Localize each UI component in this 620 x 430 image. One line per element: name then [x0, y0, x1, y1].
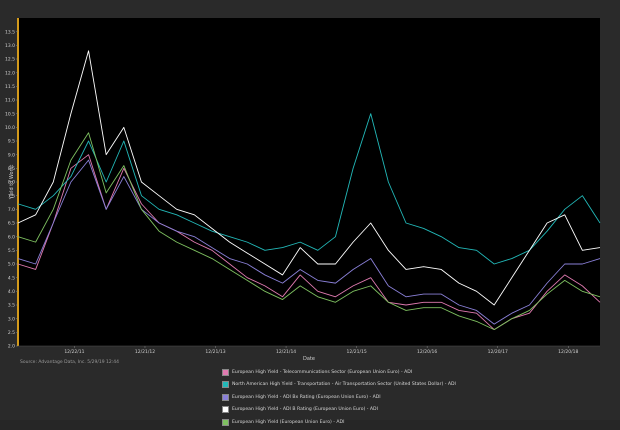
y-tick-label: 11.0 — [5, 98, 15, 104]
x-axis-ticks: 12/22/11 12/21/12 12/21/13 12/21/14 12/21/15… — [64, 346, 578, 355]
legend-item[interactable]: European High Yield - Telecommunications… — [222, 367, 602, 377]
y-tick-label: 13.0 — [5, 43, 15, 49]
y-tick-label: 2.5 — [8, 330, 15, 336]
x-tick-label: 12/20/17 — [488, 349, 508, 355]
x-tick-label: 12/21/12 — [135, 349, 155, 355]
y-tick-label: 10.5 — [5, 111, 15, 117]
x-tick-label: 12/21/13 — [205, 349, 225, 355]
y-tick-label: 11.5 — [5, 84, 15, 90]
y-tick-label: 10.0 — [5, 125, 15, 131]
y-tick-label: 3.0 — [8, 316, 15, 322]
legend-swatch — [222, 368, 229, 376]
y-tick-label: 12.5 — [5, 57, 15, 63]
source-note: Source: Advantage Data, Inc. 5/29/19 12:… — [20, 360, 119, 365]
plot-area — [18, 18, 600, 346]
y-tick-label: 5.5 — [8, 248, 15, 254]
legend-label: North American High Yield - Transportati… — [232, 382, 456, 387]
y-axis-label: Yield to Worst — [9, 165, 15, 200]
y-tick-label: 7.0 — [8, 207, 15, 213]
y-tick-label: 4.5 — [8, 275, 15, 281]
y-tick-label: 3.5 — [8, 303, 15, 309]
x-tick-label: 12/20/16 — [417, 349, 437, 355]
x-tick-label: 12/21/14 — [276, 349, 296, 355]
chart-window: 2.0 2.5 3.0 3.5 4.0 4.5 5.0 5.5 6.0 6.5 7.0 7.5 8.0 8… — [0, 0, 620, 426]
legend-swatch — [222, 393, 229, 401]
y-tick-label: 6.0 — [8, 234, 15, 240]
y-tick-label: 2.0 — [8, 344, 15, 350]
y-tick-label: 9.0 — [8, 152, 15, 158]
legend-swatch — [222, 406, 229, 413]
legend-label: European High Yield - ADI Bx Rating (Eur… — [232, 394, 381, 400]
legend-label: European High Yield - ADI B Rating (Euro… — [232, 407, 378, 412]
legend-item[interactable]: North American High Yield - Transportati… — [222, 380, 602, 390]
y-tick-label: 4.0 — [8, 289, 15, 295]
y-tick-label: 9.5 — [8, 139, 15, 145]
y-tick-label: 6.5 — [8, 221, 15, 227]
chart-legend: European High Yield - Telecommunications… — [222, 367, 602, 430]
legend-item[interactable]: European High Yield - ADI Bx Rating (Eur… — [222, 392, 602, 402]
x-tick-label: 12/22/11 — [64, 349, 84, 355]
y-tick-label: 13.5 — [5, 29, 15, 35]
y-tick-label: 12.0 — [5, 70, 15, 76]
y-tick-label: 5.0 — [8, 262, 15, 268]
legend-label: European High Yield (European Union Euro… — [232, 419, 345, 425]
x-tick-label: 12/20/18 — [558, 349, 578, 355]
legend-label: European High Yield - Telecommunications… — [232, 369, 413, 375]
legend-swatch — [222, 381, 229, 388]
legend-item[interactable]: European High Yield (European Union Euro… — [222, 417, 602, 427]
legend-item[interactable]: European High Yield - ADI B Rating (Euro… — [222, 405, 602, 415]
x-tick-label: 12/21/15 — [347, 349, 367, 355]
x-axis-label: Date — [303, 356, 315, 362]
line-chart: 2.02.53.03.54.04.55.05.56.06.57.07.58.08… — [5, 18, 601, 362]
